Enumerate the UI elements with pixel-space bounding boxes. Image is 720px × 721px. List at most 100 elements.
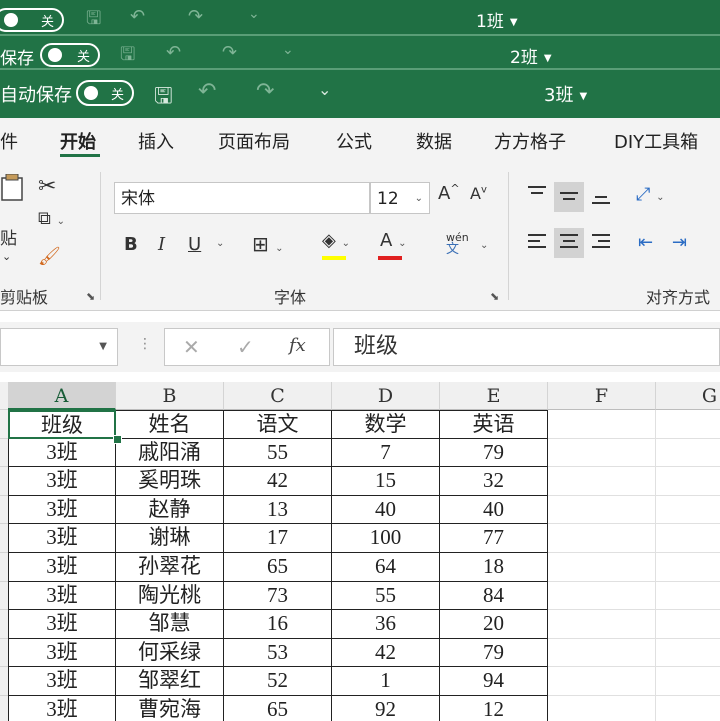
decrease-indent-icon[interactable]: ⇤ (638, 232, 653, 253)
table-cell[interactable]: 77 (440, 524, 548, 553)
paste-label[interactable]: 贴 (0, 224, 17, 249)
tab-fangfangezi[interactable]: 方方格子 (494, 128, 566, 154)
table-cell[interactable]: 100 (332, 524, 440, 553)
empty-cell[interactable] (656, 410, 720, 439)
redo-icon[interactable]: ↷ (256, 79, 274, 104)
empty-cell[interactable] (656, 496, 720, 525)
name-box[interactable]: ▼ (0, 328, 118, 366)
table-cell[interactable]: 3班 (8, 524, 116, 553)
borders-icon[interactable]: ⊞ ⌄ (252, 232, 284, 256)
undo-icon[interactable]: ↶ (130, 6, 145, 27)
table-cell[interactable]: 42 (224, 467, 332, 496)
table-cell[interactable]: 1 (332, 667, 440, 696)
increase-font-size-icon[interactable]: A^ (438, 182, 460, 204)
empty-cell[interactable] (656, 439, 720, 468)
empty-cell[interactable] (548, 696, 656, 721)
table-cell[interactable]: 53 (224, 638, 332, 668)
table-cell[interactable]: 奚明珠 (116, 467, 224, 496)
font-name-box[interactable]: 宋体 (114, 182, 370, 214)
row-header[interactable] (0, 467, 8, 496)
table-cell[interactable]: 3班 (8, 467, 116, 496)
customize-quick-access-icon[interactable]: ⌄ (318, 80, 331, 99)
font-launcher-icon[interactable]: ⬊ (490, 290, 499, 303)
row-header[interactable] (0, 638, 8, 668)
empty-cell[interactable] (548, 467, 656, 496)
column-header-b[interactable]: B (116, 382, 224, 410)
header-cell[interactable]: 数学 (332, 410, 440, 439)
format-painter-icon[interactable]: 🖌 (38, 246, 61, 267)
autosave-toggle-1[interactable]: 关 (0, 8, 64, 32)
insert-function-icon[interactable]: fx (289, 335, 306, 356)
empty-cell[interactable] (656, 610, 720, 639)
underline-button[interactable]: U (188, 234, 201, 255)
copy-icon[interactable]: ⧉ ⌄ (38, 208, 65, 229)
phonetic-dropdown-icon[interactable]: ⌄ (480, 240, 488, 251)
column-header-g[interactable]: G (656, 382, 720, 410)
table-cell[interactable]: 孙翠花 (116, 553, 224, 582)
table-cell[interactable]: 3班 (8, 438, 116, 468)
table-cell[interactable]: 84 (440, 581, 548, 611)
row-header[interactable] (0, 553, 8, 582)
table-cell[interactable]: 3班 (8, 696, 116, 721)
table-cell[interactable]: 42 (332, 638, 440, 668)
table-cell[interactable]: 3班 (8, 495, 116, 525)
table-cell[interactable]: 3班 (8, 638, 116, 668)
table-cell[interactable]: 40 (440, 495, 548, 525)
tab-home[interactable]: 开始 (60, 128, 96, 154)
align-right-button[interactable] (586, 228, 616, 258)
table-cell[interactable]: 赵静 (116, 495, 224, 525)
table-cell[interactable]: 17 (224, 524, 332, 553)
table-cell[interactable]: 何采绿 (116, 638, 224, 668)
empty-cell[interactable] (656, 696, 720, 721)
font-color-icon[interactable]: A ⌄ (378, 230, 406, 260)
table-cell[interactable]: 55 (332, 581, 440, 611)
column-header-d[interactable]: D (332, 382, 440, 410)
tab-formulas[interactable]: 公式 (336, 128, 372, 154)
header-cell[interactable]: 姓名 (116, 410, 224, 439)
table-cell[interactable]: 79 (440, 438, 548, 468)
align-middle-button[interactable] (554, 182, 584, 212)
align-bottom-button[interactable] (586, 182, 616, 212)
table-cell[interactable]: 7 (332, 438, 440, 468)
active-cell[interactable]: 班级 (8, 410, 116, 439)
table-cell[interactable]: 12 (440, 696, 548, 721)
table-cell[interactable]: 16 (224, 610, 332, 639)
tab-page-layout[interactable]: 页面布局 (218, 128, 290, 154)
table-cell[interactable]: 36 (332, 610, 440, 639)
table-cell[interactable]: 15 (332, 467, 440, 496)
align-left-button[interactable] (522, 228, 552, 258)
table-cell[interactable]: 32 (440, 467, 548, 496)
increase-indent-icon[interactable]: ⇥ (672, 232, 687, 253)
autosave-toggle-2[interactable]: 关 (40, 43, 100, 67)
table-cell[interactable]: 64 (332, 553, 440, 582)
italic-button[interactable]: I (158, 234, 165, 255)
table-cell[interactable]: 79 (440, 638, 548, 668)
redo-icon[interactable]: ↷ (188, 6, 203, 27)
underline-dropdown-icon[interactable]: ⌄ (216, 238, 224, 249)
table-cell[interactable]: 65 (224, 553, 332, 582)
table-cell[interactable]: 73 (224, 581, 332, 611)
fill-handle[interactable] (113, 434, 122, 444)
row-header[interactable] (0, 438, 8, 468)
table-cell[interactable]: 邹慧 (116, 610, 224, 639)
phonetic-guide-icon[interactable]: wén 文 (446, 232, 469, 257)
table-cell[interactable]: 曹宛海 (116, 696, 224, 721)
table-cell[interactable]: 94 (440, 667, 548, 696)
empty-cell[interactable] (548, 524, 656, 553)
font-size-box[interactable]: 12 ⌄ (370, 182, 430, 214)
customize-quick-access-icon[interactable]: ⌄ (248, 6, 260, 22)
table-cell[interactable]: 40 (332, 495, 440, 525)
customize-quick-access-icon[interactable]: ⌄ (282, 42, 294, 58)
table-cell[interactable]: 92 (332, 696, 440, 721)
header-cell[interactable]: 英语 (440, 410, 548, 439)
row-header[interactable] (0, 581, 8, 611)
table-cell[interactable]: 戚阳涌 (116, 438, 224, 468)
table-cell[interactable]: 谢琳 (116, 524, 224, 553)
row-header[interactable] (0, 667, 8, 696)
table-cell[interactable]: 3班 (8, 610, 116, 639)
empty-cell[interactable] (548, 638, 656, 668)
row-header[interactable] (0, 495, 8, 525)
fill-color-icon[interactable]: ◈ ⌄ (322, 230, 350, 260)
clipboard-launcher-icon[interactable]: ⬊ (86, 290, 95, 303)
decrease-font-size-icon[interactable]: Av (470, 184, 487, 203)
